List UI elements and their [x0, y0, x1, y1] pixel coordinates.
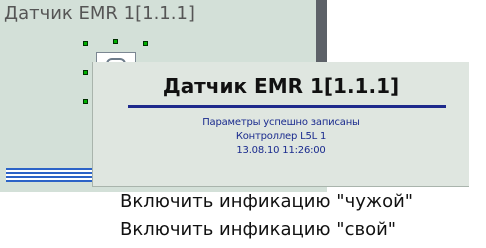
- menu-item-enable-foreign[interactable]: Включить инфикацию "чужой": [120, 191, 413, 212]
- canvas-divider: [316, 0, 327, 62]
- selection-handle-top-left[interactable]: [83, 41, 88, 46]
- tooltip-title: Датчик EMR 1[1.1.1]: [162, 74, 400, 98]
- tooltip-status-line: Параметры успешно записаны: [202, 117, 360, 128]
- selection-handle-left[interactable]: [83, 70, 88, 75]
- sensor-tooltip: Датчик EMR 1[1.1.1] Параметры успешно за…: [92, 62, 469, 187]
- status-stripe: [6, 168, 104, 182]
- tooltip-timestamp-line: 13.08.10 11:26:00: [236, 145, 326, 156]
- selection-handle-top-right[interactable]: [143, 41, 148, 46]
- selection-handle-top[interactable]: [113, 39, 118, 44]
- menu-item-enable-own[interactable]: Включить инфикацию "свой": [120, 219, 396, 240]
- tooltip-controller-line: Контроллер L5L 1: [235, 131, 327, 142]
- tooltip-divider: [128, 105, 446, 108]
- canvas-title: Датчик EMR 1[1.1.1]: [4, 3, 195, 24]
- selection-handle-bottom-left[interactable]: [83, 99, 88, 104]
